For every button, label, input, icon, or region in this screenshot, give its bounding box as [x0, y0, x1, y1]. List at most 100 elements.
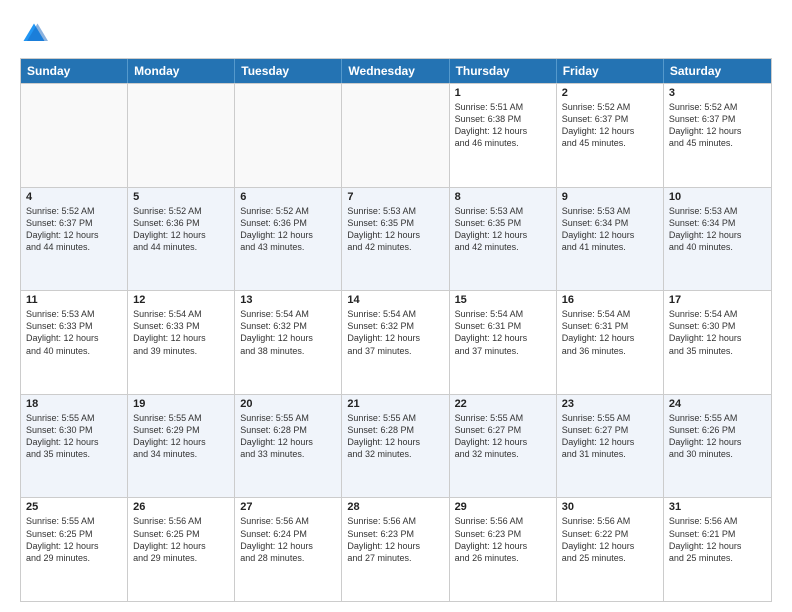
calendar-cell: 5 Sunrise: 5:52 AM Sunset: 6:36 PM Daylig… — [128, 188, 235, 291]
calendar-cell — [21, 84, 128, 187]
calendar-cell: 2 Sunrise: 5:52 AM Sunset: 6:37 PM Daylig… — [557, 84, 664, 187]
calendar-cell — [128, 84, 235, 187]
cell-info: Sunrise: 5:55 AM Sunset: 6:27 PM Dayligh… — [562, 412, 658, 461]
cell-info: Sunrise: 5:56 AM Sunset: 6:25 PM Dayligh… — [133, 515, 229, 564]
cell-day-number: 14 — [347, 294, 443, 306]
cell-info: Sunrise: 5:53 AM Sunset: 6:35 PM Dayligh… — [347, 205, 443, 254]
cell-info: Sunrise: 5:56 AM Sunset: 6:23 PM Dayligh… — [455, 515, 551, 564]
cell-day-number: 13 — [240, 294, 336, 306]
calendar-header-cell: Wednesday — [342, 59, 449, 83]
cell-day-number: 21 — [347, 398, 443, 410]
cell-info: Sunrise: 5:56 AM Sunset: 6:24 PM Dayligh… — [240, 515, 336, 564]
cell-day-number: 1 — [455, 87, 551, 99]
calendar-header-cell: Saturday — [664, 59, 771, 83]
calendar-cell: 15 Sunrise: 5:54 AM Sunset: 6:31 PM Dayli… — [450, 291, 557, 394]
calendar-cell: 21 Sunrise: 5:55 AM Sunset: 6:28 PM Dayli… — [342, 395, 449, 498]
cell-info: Sunrise: 5:55 AM Sunset: 6:28 PM Dayligh… — [240, 412, 336, 461]
calendar-header-cell: Thursday — [450, 59, 557, 83]
cell-info: Sunrise: 5:56 AM Sunset: 6:21 PM Dayligh… — [669, 515, 766, 564]
cell-day-number: 31 — [669, 501, 766, 513]
calendar-cell: 19Sunrise: 5:55 AM Sunset: 6:29 PM Dayli… — [128, 395, 235, 498]
cell-day-number: 8 — [455, 191, 551, 203]
calendar-cell: 26 Sunrise: 5:56 AM Sunset: 6:25 PM Dayli… — [128, 498, 235, 601]
cell-info: Sunrise: 5:53 AM Sunset: 6:35 PM Dayligh… — [455, 205, 551, 254]
calendar-cell: 8 Sunrise: 5:53 AM Sunset: 6:35 PM Daylig… — [450, 188, 557, 291]
calendar-cell: 24Sunrise: 5:55 AM Sunset: 6:26 PM Dayli… — [664, 395, 771, 498]
cell-info: Sunrise: 5:55 AM Sunset: 6:28 PM Dayligh… — [347, 412, 443, 461]
cell-info: Sunrise: 5:56 AM Sunset: 6:22 PM Dayligh… — [562, 515, 658, 564]
calendar-cell: 25 Sunrise: 5:55 AM Sunset: 6:25 PM Dayli… — [21, 498, 128, 601]
cell-day-number: 6 — [240, 191, 336, 203]
calendar-row: 18 Sunrise: 5:55 AM Sunset: 6:30 PM Dayli… — [21, 394, 771, 498]
cell-info: Sunrise: 5:51 AM Sunset: 6:38 PM Dayligh… — [455, 101, 551, 150]
cell-day-number: 30 — [562, 501, 658, 513]
cell-info: Sunrise: 5:52 AM Sunset: 6:36 PM Dayligh… — [133, 205, 229, 254]
cell-info: Sunrise: 5:53 AM Sunset: 6:34 PM Dayligh… — [669, 205, 766, 254]
calendar-header-cell: Friday — [557, 59, 664, 83]
cell-info: Sunrise: 5:55 AM Sunset: 6:27 PM Dayligh… — [455, 412, 551, 461]
logo-icon — [20, 20, 48, 48]
cell-day-number: 10 — [669, 191, 766, 203]
cell-info: Sunrise: 5:52 AM Sunset: 6:37 PM Dayligh… — [669, 101, 766, 150]
calendar-cell: 30 Sunrise: 5:56 AM Sunset: 6:22 PM Dayli… — [557, 498, 664, 601]
cell-info: Sunrise: 5:54 AM Sunset: 6:30 PM Dayligh… — [669, 308, 766, 357]
cell-info: Sunrise: 5:52 AM Sunset: 6:36 PM Dayligh… — [240, 205, 336, 254]
cell-day-number: 25 — [26, 501, 122, 513]
calendar-cell: 16Sunrise: 5:54 AM Sunset: 6:31 PM Dayli… — [557, 291, 664, 394]
cell-day-number: 9 — [562, 191, 658, 203]
calendar-row: 1 Sunrise: 5:51 AM Sunset: 6:38 PM Daylig… — [21, 83, 771, 187]
calendar-row: 11 Sunrise: 5:53 AM Sunset: 6:33 PM Dayli… — [21, 290, 771, 394]
calendar-body: 1 Sunrise: 5:51 AM Sunset: 6:38 PM Daylig… — [21, 83, 771, 601]
cell-day-number: 26 — [133, 501, 229, 513]
cell-info: Sunrise: 5:55 AM Sunset: 6:25 PM Dayligh… — [26, 515, 122, 564]
cell-day-number: 11 — [26, 294, 122, 306]
cell-day-number: 2 — [562, 87, 658, 99]
cell-info: Sunrise: 5:52 AM Sunset: 6:37 PM Dayligh… — [562, 101, 658, 150]
calendar-cell: 31 Sunrise: 5:56 AM Sunset: 6:21 PM Dayli… — [664, 498, 771, 601]
calendar-row: 25 Sunrise: 5:55 AM Sunset: 6:25 PM Dayli… — [21, 497, 771, 601]
cell-day-number: 27 — [240, 501, 336, 513]
calendar-header-cell: Monday — [128, 59, 235, 83]
logo — [20, 20, 52, 48]
calendar-cell: 18 Sunrise: 5:55 AM Sunset: 6:30 PM Dayli… — [21, 395, 128, 498]
cell-info: Sunrise: 5:53 AM Sunset: 6:34 PM Dayligh… — [562, 205, 658, 254]
cell-day-number: 24 — [669, 398, 766, 410]
calendar-cell: 1 Sunrise: 5:51 AM Sunset: 6:38 PM Daylig… — [450, 84, 557, 187]
cell-day-number: 29 — [455, 501, 551, 513]
calendar-cell: 13 Sunrise: 5:54 AM Sunset: 6:32 PM Dayli… — [235, 291, 342, 394]
calendar-header-cell: Sunday — [21, 59, 128, 83]
calendar-cell — [342, 84, 449, 187]
cell-info: Sunrise: 5:54 AM Sunset: 6:32 PM Dayligh… — [240, 308, 336, 357]
cell-day-number: 7 — [347, 191, 443, 203]
calendar-cell — [235, 84, 342, 187]
cell-day-number: 5 — [133, 191, 229, 203]
cell-day-number: 17 — [669, 294, 766, 306]
cell-info: Sunrise: 5:52 AM Sunset: 6:37 PM Dayligh… — [26, 205, 122, 254]
cell-day-number: 4 — [26, 191, 122, 203]
cell-day-number: 23 — [562, 398, 658, 410]
calendar-cell: 11 Sunrise: 5:53 AM Sunset: 6:33 PM Dayli… — [21, 291, 128, 394]
cell-info: Sunrise: 5:54 AM Sunset: 6:31 PM Dayligh… — [455, 308, 551, 357]
calendar-cell: 17 Sunrise: 5:54 AM Sunset: 6:30 PM Dayli… — [664, 291, 771, 394]
cell-day-number: 15 — [455, 294, 551, 306]
cell-day-number: 12 — [133, 294, 229, 306]
cell-day-number: 28 — [347, 501, 443, 513]
calendar-cell: 22Sunrise: 5:55 AM Sunset: 6:27 PM Dayli… — [450, 395, 557, 498]
calendar-cell: 23 Sunrise: 5:55 AM Sunset: 6:27 PM Dayli… — [557, 395, 664, 498]
calendar-cell: 10 Sunrise: 5:53 AM Sunset: 6:34 PM Dayli… — [664, 188, 771, 291]
calendar-header-cell: Tuesday — [235, 59, 342, 83]
cell-info: Sunrise: 5:53 AM Sunset: 6:33 PM Dayligh… — [26, 308, 122, 357]
cell-day-number: 3 — [669, 87, 766, 99]
calendar-cell: 6 Sunrise: 5:52 AM Sunset: 6:36 PM Daylig… — [235, 188, 342, 291]
cell-info: Sunrise: 5:55 AM Sunset: 6:29 PM Dayligh… — [133, 412, 229, 461]
calendar: SundayMondayTuesdayWednesdayThursdayFrid… — [20, 58, 772, 602]
calendar-cell: 29 Sunrise: 5:56 AM Sunset: 6:23 PM Dayli… — [450, 498, 557, 601]
calendar-row: 4 Sunrise: 5:52 AM Sunset: 6:37 PM Daylig… — [21, 187, 771, 291]
calendar-cell: 20Sunrise: 5:55 AM Sunset: 6:28 PM Dayli… — [235, 395, 342, 498]
cell-day-number: 18 — [26, 398, 122, 410]
cell-info: Sunrise: 5:54 AM Sunset: 6:33 PM Dayligh… — [133, 308, 229, 357]
cell-info: Sunrise: 5:55 AM Sunset: 6:30 PM Dayligh… — [26, 412, 122, 461]
page: SundayMondayTuesdayWednesdayThursdayFrid… — [0, 0, 792, 612]
calendar-cell: 9 Sunrise: 5:53 AM Sunset: 6:34 PM Daylig… — [557, 188, 664, 291]
calendar-header: SundayMondayTuesdayWednesdayThursdayFrid… — [21, 59, 771, 83]
